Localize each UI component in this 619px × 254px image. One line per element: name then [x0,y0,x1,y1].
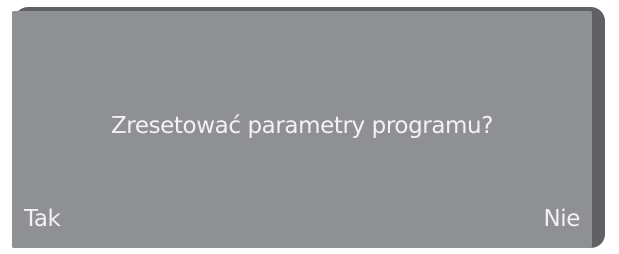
reset-prompt-text: Zresetować parametry programu? [110,113,494,139]
yes-softkey-button[interactable]: Tak [24,206,61,232]
no-softkey-button[interactable]: Nie [543,206,580,232]
display-screen: Zresetować parametry programu? Tak Nie [12,11,592,248]
